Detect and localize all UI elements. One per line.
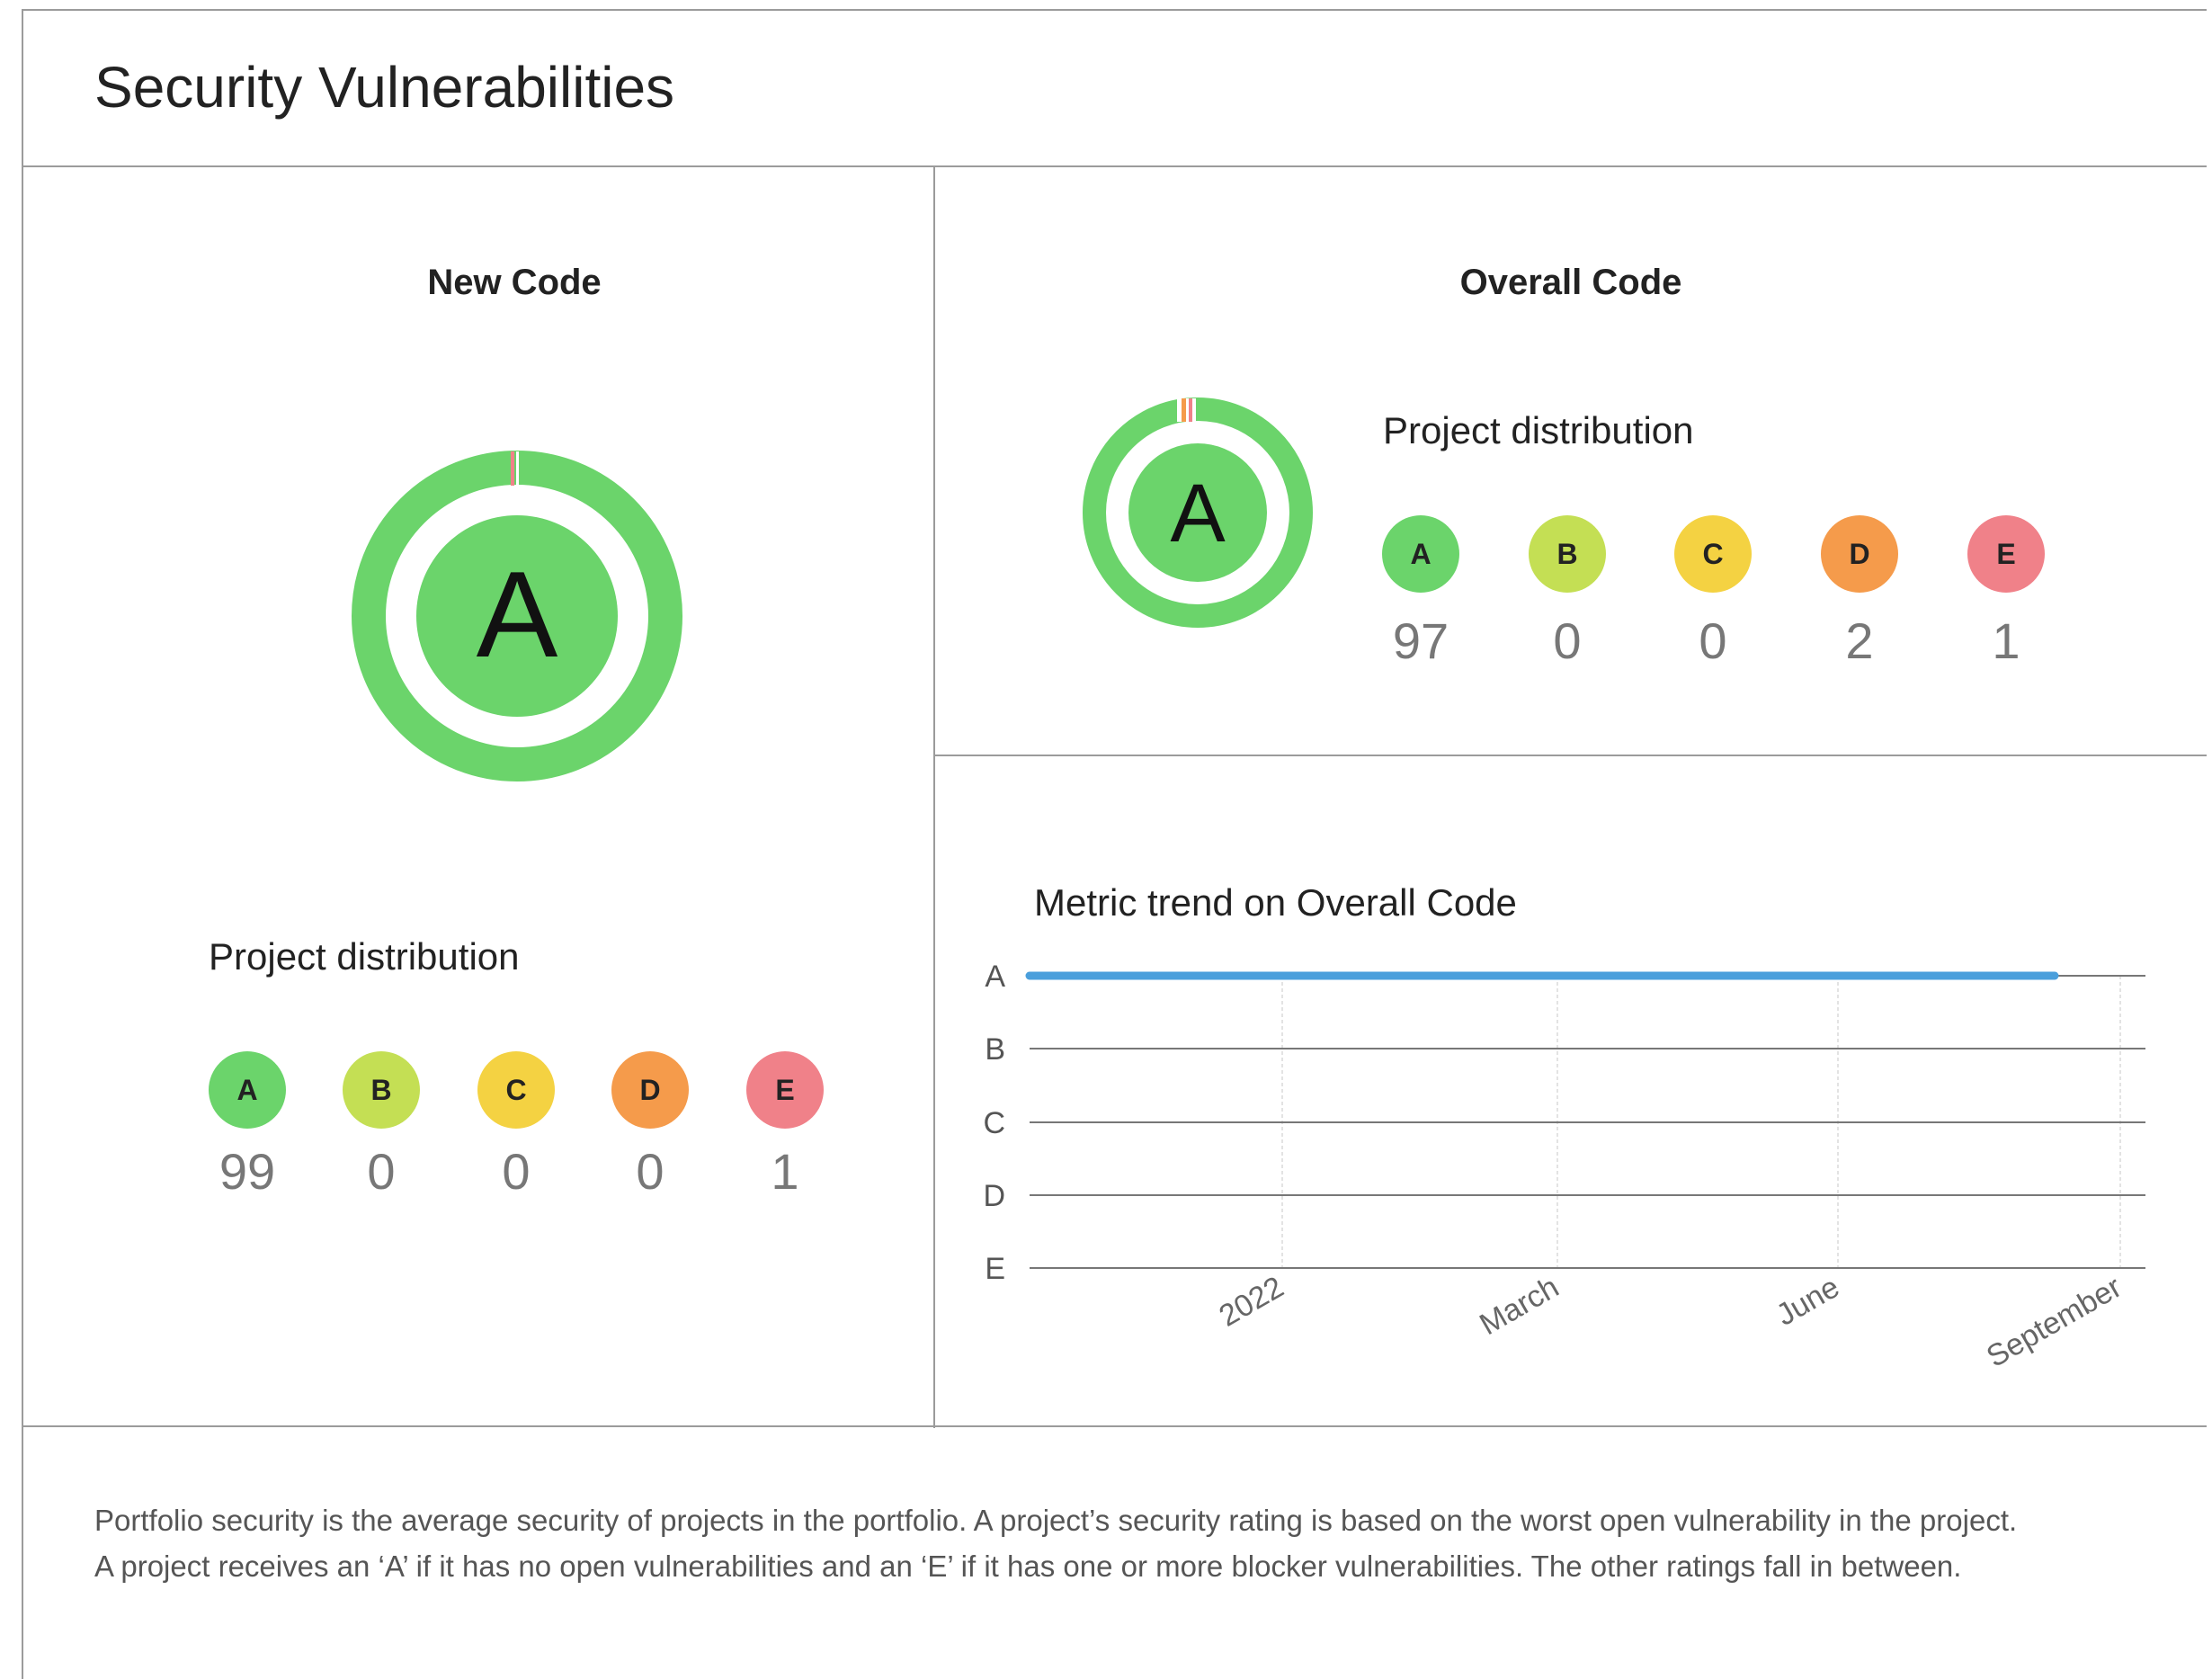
new-code-count-c[interactable]: 0 [502, 1142, 530, 1201]
new-code-count-d[interactable]: 0 [636, 1142, 664, 1201]
trend-horizontal-gridlines [1030, 975, 2145, 1269]
header-divider [22, 165, 2207, 167]
new-code-chip-e[interactable]: E [746, 1051, 824, 1129]
footer-line-1: Portfolio security is the average securi… [94, 1504, 2018, 1537]
trend-x-tick-labels: 2022 March June September [1213, 1270, 2127, 1374]
x-tick-2022: 2022 [1213, 1270, 1289, 1334]
trend-y-tick-labels: A B C D E [983, 960, 1005, 1286]
y-tick-c: C [983, 1106, 1005, 1140]
new-code-heading: New Code [427, 263, 602, 302]
overall-code-heading: Overall Code [1459, 263, 1682, 302]
overall-code-chip-b[interactable]: B [1529, 515, 1606, 593]
new-code-count-a[interactable]: 99 [219, 1142, 275, 1201]
overall-code-chip-d[interactable]: D [1821, 515, 1898, 593]
new-code-count-e[interactable]: 1 [771, 1142, 798, 1201]
overall-code-chip-c[interactable]: C [1674, 515, 1752, 593]
trend-chart[interactable]: A B C D E 2022 March June September [935, 935, 2176, 1421]
footer-divider [22, 1425, 2207, 1427]
overall-code-count-b[interactable]: 0 [1553, 612, 1581, 670]
y-tick-b: B [985, 1032, 1005, 1067]
new-code-rating-letter: A [477, 546, 558, 683]
overall-code-distribution-title: Project distribution [1383, 409, 1694, 451]
new-code-chip-c[interactable]: C [477, 1051, 555, 1129]
overall-code-count-d[interactable]: 2 [1845, 612, 1873, 670]
footer-line-2: A project receives an ‘A’ if it has no o… [94, 1550, 1962, 1583]
new-code-chip-b[interactable]: B [343, 1051, 420, 1129]
x-tick-september: September [1981, 1270, 2127, 1374]
overall-code-count-e[interactable]: 1 [1992, 612, 2020, 670]
trend-title: Metric trend on Overall Code [1034, 881, 1517, 924]
overall-code-chip-a[interactable]: A [1382, 515, 1459, 593]
x-tick-march: March [1474, 1270, 1565, 1342]
right-horizontal-divider [933, 755, 2207, 756]
overall-code-count-c[interactable]: 0 [1699, 612, 1726, 670]
outer-left-border [22, 9, 23, 1679]
y-tick-d: D [983, 1179, 1005, 1213]
new-code-chip-a[interactable]: A [209, 1051, 286, 1129]
y-tick-e: E [985, 1252, 1005, 1286]
outer-top-border [22, 9, 2207, 11]
new-code-distribution-title: Project distribution [209, 935, 520, 978]
new-code-count-b[interactable]: 0 [367, 1142, 395, 1201]
overall-code-count-a[interactable]: 97 [1393, 612, 1449, 670]
new-code-chip-d[interactable]: D [611, 1051, 689, 1129]
page-title: Security Vulnerabilities [94, 55, 675, 120]
y-tick-a: A [985, 960, 1005, 994]
new-code-rating-donut: A [351, 450, 683, 782]
footer-description: Portfolio security is the average securi… [94, 1497, 2163, 1589]
x-tick-june: June [1770, 1270, 1845, 1333]
overall-code-chip-e[interactable]: E [1967, 515, 2045, 593]
overall-code-rating-letter: A [1170, 468, 1226, 559]
overall-code-rating-donut: A [1081, 396, 1315, 630]
